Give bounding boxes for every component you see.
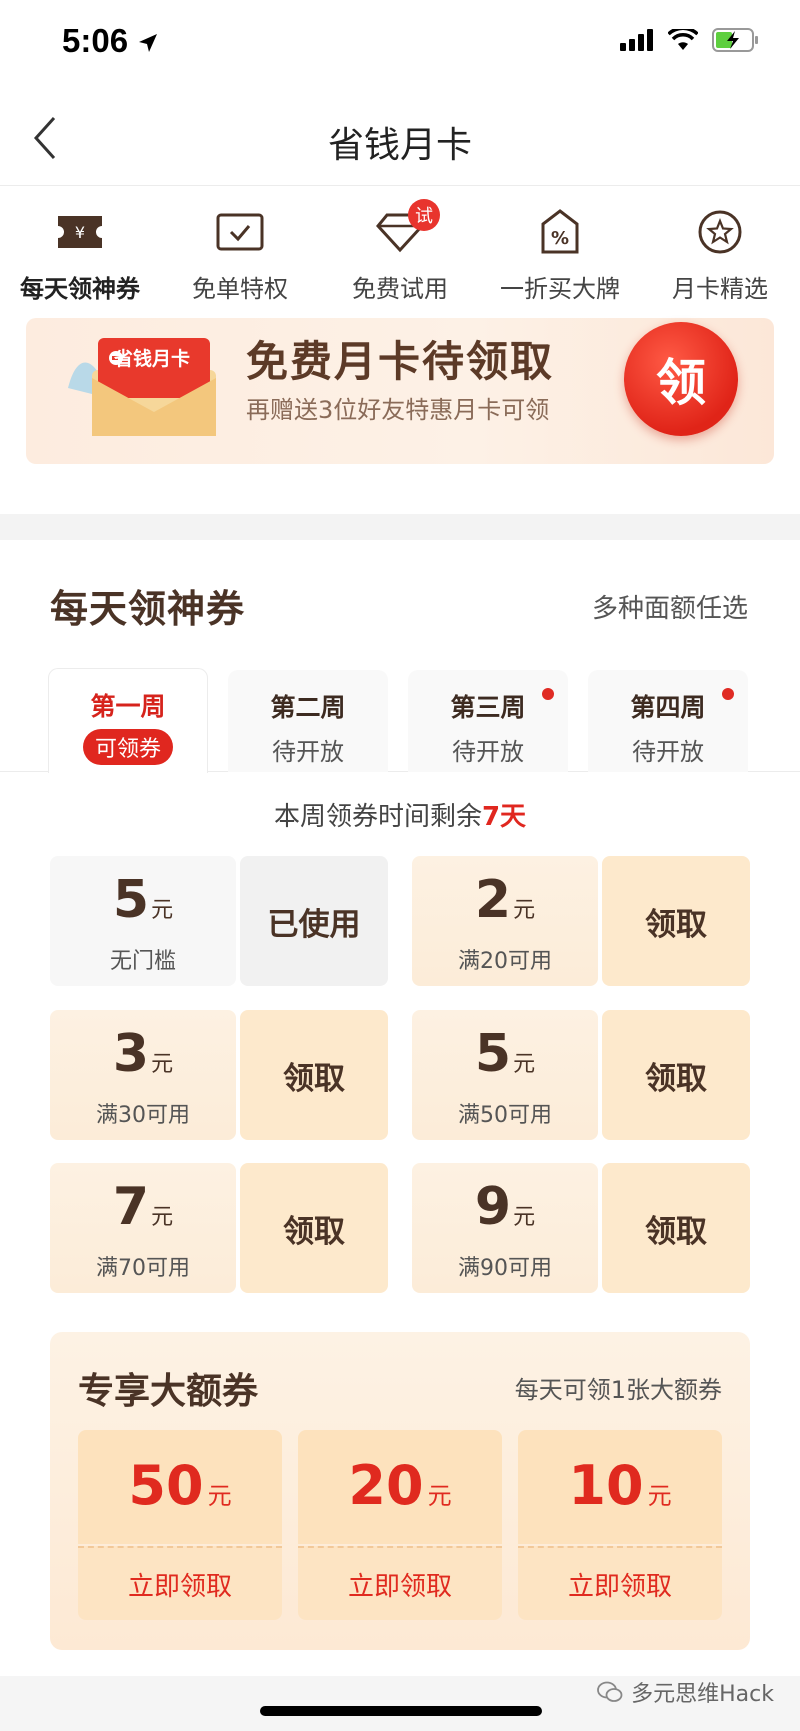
coupon-condition: 无门槛 bbox=[109, 949, 176, 974]
notification-dot bbox=[722, 688, 734, 700]
coupon-claim-button[interactable]: 领取 bbox=[602, 1010, 750, 1140]
banner-title: 免费月卡待领取 bbox=[246, 337, 555, 386]
svg-text:%: % bbox=[551, 228, 569, 249]
watermark: 多元思维Hack bbox=[597, 1676, 774, 1708]
tab-week-1[interactable]: 第一周 可领券 bbox=[48, 668, 208, 773]
big-coupon-section: 专享大额券 每天可领1张大额券 50 元 立即领取 20 元 立即领取 10 元 立即… bbox=[50, 1332, 750, 1650]
section-title: 每天领神券 bbox=[50, 587, 246, 631]
claim-button[interactable]: 领 bbox=[624, 322, 738, 436]
coupon-card: 3元 满30可用 领取 bbox=[50, 1010, 388, 1140]
remaining-time: 本周领券时间剩余7天 bbox=[273, 802, 527, 832]
coupon-used-label: 已使用 bbox=[240, 856, 388, 986]
claim-now-button[interactable]: 立即领取 bbox=[518, 1546, 722, 1620]
coupon-amount: 3 bbox=[112, 1024, 150, 1084]
navigation-bar: 省钱月卡 bbox=[0, 90, 800, 186]
discount-tag-icon: % bbox=[541, 209, 579, 254]
big-coupon-card: 20 元 立即领取 bbox=[298, 1430, 502, 1620]
banner-subtitle: 再赠送3位好友特惠月卡可领 bbox=[246, 396, 550, 424]
coupon-claim-button[interactable]: 领取 bbox=[240, 1010, 388, 1140]
coupon-claim-button[interactable]: 领取 bbox=[602, 1163, 750, 1293]
notification-dot bbox=[542, 688, 554, 700]
check-card-icon bbox=[216, 213, 264, 251]
big-coupon-card: 10 元 立即领取 bbox=[518, 1430, 722, 1620]
feature-free-trial[interactable]: 试 免费试用 bbox=[320, 187, 480, 315]
wifi-icon bbox=[668, 29, 698, 50]
coupon-amount: 5 bbox=[112, 870, 150, 930]
coupon-amount: 5 bbox=[474, 1024, 512, 1084]
coupon-amount: 9 bbox=[474, 1177, 512, 1237]
free-card-banner[interactable]: 省钱月卡 免费月卡待领取 再赠送3位好友特惠月卡可领 领 bbox=[26, 318, 774, 464]
feature-monthly-picks[interactable]: 月卡精选 bbox=[640, 187, 800, 315]
coupon-card: 5元 无门槛 已使用 bbox=[50, 856, 388, 986]
signal-icon bbox=[620, 29, 653, 51]
section-divider bbox=[0, 514, 800, 540]
section-header: 每天领神券 多种面额任选 bbox=[0, 540, 800, 662]
feature-daily-coupon[interactable]: ¥ 每天领神券 bbox=[0, 187, 160, 315]
coupon-claim-button[interactable]: 领取 bbox=[240, 1163, 388, 1293]
svg-text:¥: ¥ bbox=[75, 223, 85, 242]
coupon-amount: 7 bbox=[112, 1177, 150, 1237]
claim-now-button[interactable]: 立即领取 bbox=[78, 1546, 282, 1620]
page-title: 省钱月卡 bbox=[327, 125, 472, 166]
location-arrow-icon bbox=[139, 34, 158, 53]
big-coupon-card: 50 元 立即领取 bbox=[78, 1430, 282, 1620]
coupon-condition: 满50可用 bbox=[458, 1103, 552, 1128]
feature-brand-discount[interactable]: % 一折买大牌 bbox=[480, 187, 640, 315]
status-time: 5:06 bbox=[62, 22, 159, 60]
tab-status-pill: 可领券 bbox=[82, 729, 173, 765]
big-coupon-title: 专享大额券 bbox=[78, 1371, 259, 1412]
section-more: 多种面额任选 bbox=[591, 594, 748, 624]
big-coupon-value: 10 bbox=[568, 1454, 644, 1517]
tab-week-4[interactable]: 第四周 待开放 bbox=[588, 670, 748, 772]
week-tabs: 第一周 可领券 第二周 待开放 第三周 待开放 第四周 待开放 bbox=[0, 668, 800, 773]
tab-week-2[interactable]: 第二周 待开放 bbox=[228, 670, 388, 772]
status-icons bbox=[620, 28, 760, 52]
battery-charging-icon bbox=[712, 28, 758, 52]
claim-now-button[interactable]: 立即领取 bbox=[298, 1546, 502, 1620]
star-circle-icon bbox=[698, 210, 742, 254]
remaining-days: 7天 bbox=[481, 802, 527, 832]
feature-icon-row: ¥ 每天领神券 免单特权 试 免费试用 % 一折买大牌 月卡精选 bbox=[0, 187, 800, 315]
wechat-icon bbox=[597, 1681, 623, 1702]
coupon-amount: 2 bbox=[474, 870, 512, 930]
envelope-label: 省钱月卡 bbox=[114, 348, 191, 370]
coupon-card: 7元 满70可用 领取 bbox=[50, 1163, 388, 1293]
tab-week-3[interactable]: 第三周 待开放 bbox=[408, 670, 568, 772]
coupon-claim-button[interactable]: 领取 bbox=[602, 856, 750, 986]
trial-badge: 试 bbox=[408, 199, 440, 231]
home-indicator[interactable] bbox=[260, 1706, 542, 1716]
ticket-icon: ¥ bbox=[58, 216, 102, 248]
coupon-card: 2元 满20可用 领取 bbox=[412, 856, 750, 986]
coupon-condition: 满90可用 bbox=[458, 1256, 552, 1281]
status-bar: 5:06 bbox=[0, 0, 800, 90]
coupon-condition: 满20可用 bbox=[458, 949, 552, 974]
coupon-condition: 满70可用 bbox=[96, 1256, 190, 1281]
big-coupon-subtitle: 每天可领1张大额券 bbox=[514, 1376, 722, 1404]
coupon-condition: 满30可用 bbox=[96, 1103, 190, 1128]
feature-free-order[interactable]: 免单特权 bbox=[160, 187, 320, 315]
big-coupon-value: 20 bbox=[348, 1454, 424, 1517]
coupon-card: 5元 满50可用 领取 bbox=[412, 1010, 750, 1140]
coupon-card: 9元 满90可用 领取 bbox=[412, 1163, 750, 1293]
big-coupon-value: 50 bbox=[128, 1454, 204, 1517]
